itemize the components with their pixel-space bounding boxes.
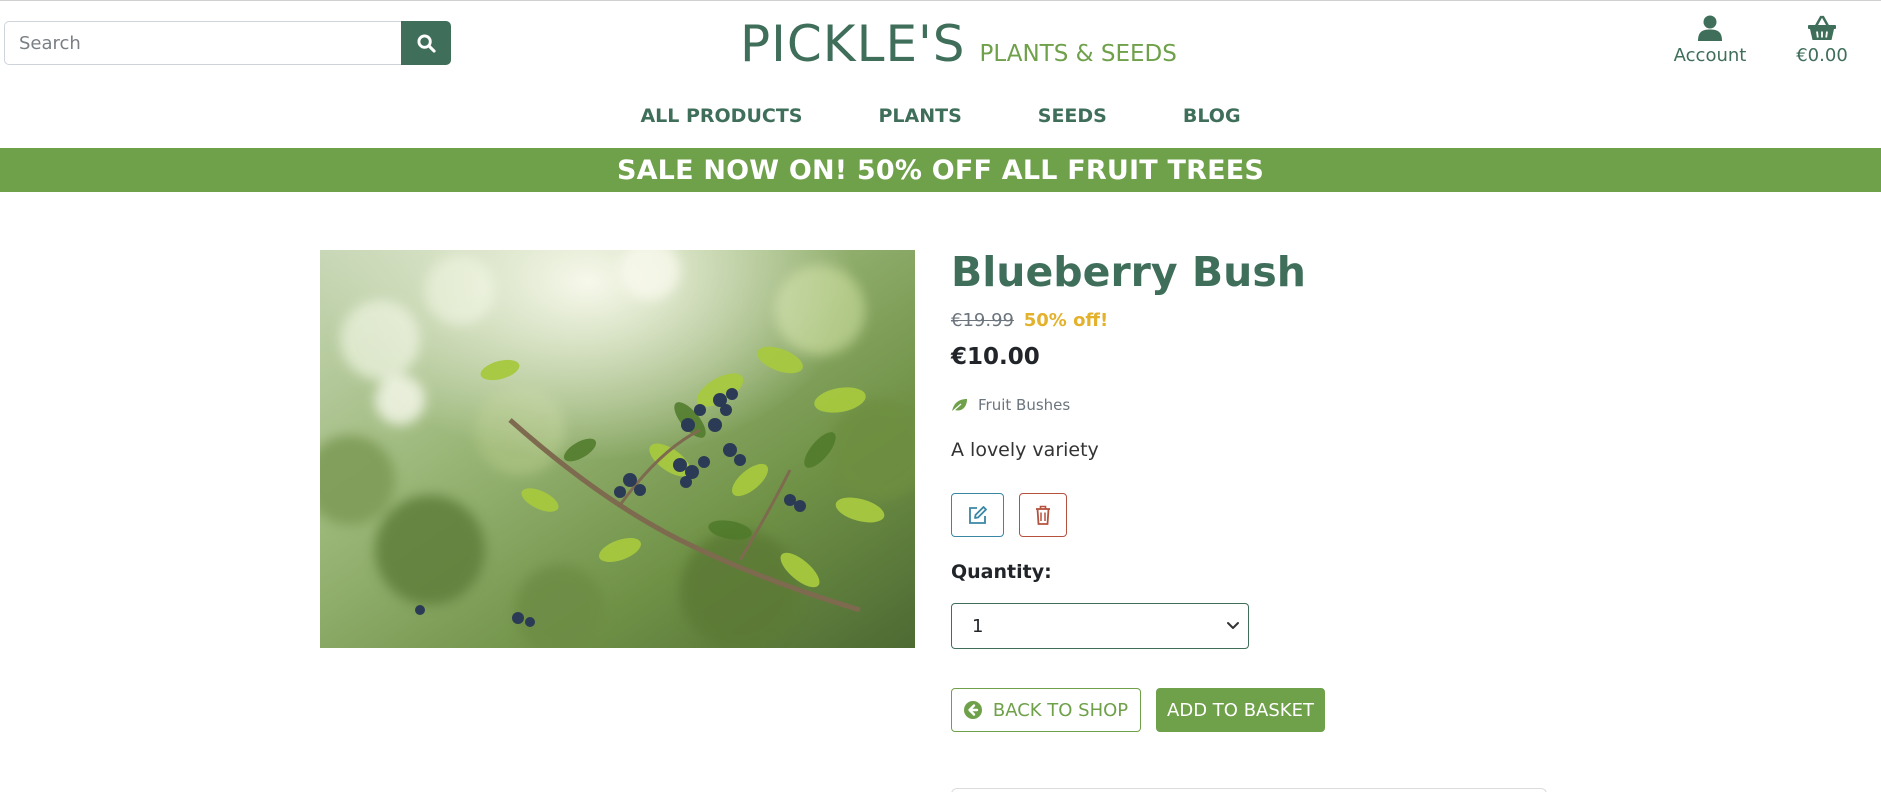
category-link[interactable]: Fruit Bushes	[951, 396, 1070, 414]
price-row: €19.99 50% off!	[951, 310, 1108, 331]
nav-all-products[interactable]: ALL PRODUCTS	[640, 105, 802, 127]
sale-price: €10.00	[951, 344, 1040, 370]
edit-button[interactable]	[951, 493, 1004, 537]
discount-badge: 50% off!	[1023, 310, 1109, 331]
search-icon	[416, 33, 436, 53]
main-nav: ALL PRODUCTS PLANTS SEEDS BLOG	[0, 105, 1881, 127]
product-title: Blueberry Bush	[951, 248, 1306, 296]
add-to-basket-label: ADD TO BASKET	[1167, 699, 1314, 721]
quantity-label: Quantity:	[951, 561, 1052, 583]
trash-icon	[1036, 505, 1050, 525]
delete-button[interactable]	[1019, 493, 1067, 537]
search-input[interactable]	[4, 21, 401, 65]
nav-plants[interactable]: PLANTS	[878, 105, 961, 127]
basket-icon	[1808, 15, 1836, 40]
basket-link[interactable]: €0.00	[1786, 15, 1858, 66]
original-price: €19.99	[951, 310, 1014, 331]
product-details: Blueberry Bush €19.99 50% off! €10.00 Fr…	[951, 248, 1325, 732]
sale-banner: SALE NOW ON! 50% OFF ALL FRUIT TREES	[0, 148, 1881, 192]
brand-name: PICKLE'S	[740, 15, 966, 73]
nav-blog[interactable]: BLOG	[1183, 105, 1241, 127]
leaf-icon	[951, 398, 967, 412]
user-icon	[1698, 15, 1722, 41]
brand-tagline: PLANTS & SEEDS	[979, 41, 1177, 67]
arrow-circle-left-icon	[963, 701, 982, 719]
nav-seeds[interactable]: SEEDS	[1038, 105, 1107, 127]
card-divider	[951, 788, 1547, 792]
add-to-basket-button[interactable]: ADD TO BASKET	[1156, 688, 1325, 732]
back-to-shop-button[interactable]: BACK TO SHOP	[951, 688, 1141, 732]
account-label: Account	[1673, 45, 1747, 66]
chevron-down-icon	[1227, 622, 1239, 629]
search-form	[4, 21, 451, 65]
quantity-value: 1	[972, 615, 984, 637]
back-to-shop-label: BACK TO SHOP	[992, 699, 1129, 721]
basket-total: €0.00	[1796, 45, 1848, 66]
category-label: Fruit Bushes	[978, 396, 1071, 414]
account-link[interactable]: Account	[1670, 15, 1750, 66]
product-image	[320, 250, 915, 648]
site-logo[interactable]: PICKLE'S PLANTS & SEEDS	[740, 15, 1177, 73]
product-photo	[320, 250, 915, 648]
search-button[interactable]	[401, 21, 451, 65]
product-description: A lovely variety	[951, 439, 1099, 461]
quantity-select[interactable]: 1	[951, 603, 1249, 649]
edit-icon	[969, 505, 987, 524]
